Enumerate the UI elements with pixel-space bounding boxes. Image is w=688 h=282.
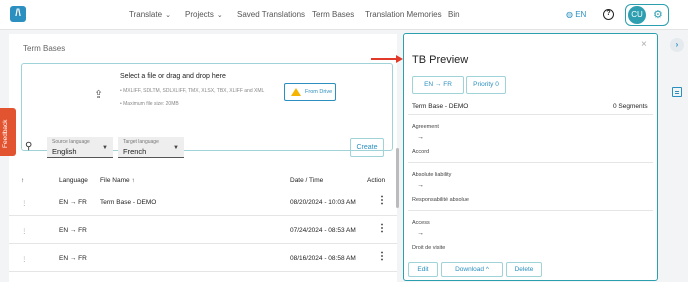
tb-preview-panel: × TB Preview EN → FR Priority 0 Term Bas…	[403, 33, 658, 281]
dropzone-formats: • MXLIFF, SDLTM, SDLXLIFF, TMX, XLSX, TB…	[120, 88, 265, 94]
term-target: Droit de visite	[412, 245, 446, 251]
scrollbar[interactable]	[396, 148, 399, 208]
preview-title: TB Preview	[412, 54, 469, 66]
dropzone-title: Select a file or drag and drop here	[120, 73, 226, 80]
dropzone-max-size: • Maximum file size: 20MB	[120, 101, 179, 107]
row-language: EN → FR	[59, 255, 87, 262]
source-language-value: English	[52, 147, 77, 156]
search-icon[interactable]: ⚲	[25, 141, 32, 152]
target-language-value: French	[123, 147, 147, 156]
google-drive-icon	[291, 88, 301, 96]
column-file-name[interactable]: File Name ↑	[100, 177, 135, 184]
term-source: Absolute liability	[412, 172, 452, 178]
edit-button[interactable]: Edit	[408, 262, 438, 277]
kebab-icon[interactable]: ⋮	[377, 196, 387, 206]
sort-icon[interactable]: ↑	[131, 177, 134, 184]
edit-note-icon[interactable]	[672, 87, 682, 97]
caret-down-icon: ▼	[102, 145, 108, 151]
target-language-label: Target language	[123, 139, 159, 145]
row-date: 08/16/2024 - 08:58 AM	[290, 255, 356, 262]
row-language: EN → FR	[59, 227, 87, 234]
user-menu[interactable]: CU ⚙	[625, 4, 669, 26]
kebab-icon[interactable]: ⋮	[377, 252, 387, 262]
chevron-right-icon[interactable]: ›	[670, 38, 684, 52]
row-handle: ⋮	[21, 256, 28, 263]
gear-icon[interactable]: ⚙	[653, 8, 663, 22]
target-language-select[interactable]: Target language French ▼	[118, 137, 184, 158]
divider	[408, 210, 653, 211]
term-bases-panel: Term Bases ⇪ Select a file or drag and d…	[9, 34, 397, 282]
chevron-down-icon: ⌄	[165, 12, 171, 19]
from-drive-button[interactable]: From Drive	[284, 83, 336, 101]
segment-count: 0 Segments	[613, 103, 648, 110]
table-row[interactable]: ⋮ EN → FR Term Base - DEMO 08/20/2024 - …	[9, 189, 397, 216]
chevron-up-icon: ^	[485, 266, 489, 273]
row-date: 07/24/2024 - 08:53 AM	[290, 227, 356, 234]
nav-term-bases[interactable]: Term Bases	[312, 0, 354, 30]
row-handle: ⋮	[21, 228, 28, 235]
nav-projects[interactable]: Projects ⌄	[185, 0, 223, 30]
source-language-label: Source language	[52, 139, 90, 145]
top-bar: /\ Translate ⌄ Projects ⌄ Saved Translatio…	[0, 0, 688, 30]
term-source: Access	[412, 220, 430, 226]
column-date-time: Date / Time	[290, 177, 324, 184]
term-target: Accord	[412, 149, 430, 155]
term-arrow: →	[417, 134, 424, 141]
sort-icon[interactable]: ↑	[21, 177, 24, 184]
term-target: Responsabilité absolue	[412, 197, 469, 203]
nav-translate[interactable]: Translate ⌄	[129, 0, 171, 30]
download-button[interactable]: Download ^	[441, 262, 503, 277]
nav-translation-memories[interactable]: Translation Memories	[365, 0, 442, 30]
table-row[interactable]: ⋮ EN → FR 08/16/2024 - 08:58 AM ⋮	[9, 245, 397, 272]
column-language: Language	[59, 177, 88, 184]
language-pair-chip[interactable]: EN → FR	[412, 76, 464, 94]
dropzone-info: • MXLIFF, SDLTM, SDLXLIFF, TMX, XLSX, TB…	[120, 88, 264, 114]
feedback-label: Feedback	[2, 119, 9, 148]
term-arrow: →	[417, 230, 424, 237]
chevron-down-icon: ⌄	[216, 12, 223, 19]
table-row[interactable]: ⋮ EN → FR 07/24/2024 - 08:53 AM ⋮	[9, 217, 397, 244]
row-date: 08/20/2024 - 10:03 AM	[290, 199, 356, 206]
row-file-name: Term Base - DEMO	[100, 199, 157, 206]
delete-button[interactable]: Delete	[506, 262, 542, 277]
help-icon[interactable]: ?	[603, 9, 614, 20]
tb-name: Term Base - DEMO	[412, 103, 469, 110]
term-source: Agreement	[412, 124, 439, 130]
table-header: ↑ Language File Name ↑ Date / Time Actio…	[9, 174, 397, 188]
annotation-arrow	[371, 58, 399, 60]
close-icon[interactable]: ×	[641, 39, 647, 50]
feedback-tab[interactable]: Feedback	[0, 108, 16, 156]
term-arrow: →	[417, 182, 424, 189]
source-language-select[interactable]: Source language English ▼	[47, 137, 113, 158]
upload-icon: ⇪	[94, 89, 104, 101]
priority-chip[interactable]: Priority 0	[466, 76, 506, 94]
preview-footer: Edit Download ^ Delete	[404, 261, 656, 280]
avatar[interactable]: CU	[628, 6, 646, 24]
caret-down-icon: ▼	[173, 145, 179, 151]
language-switcher[interactable]: ◍ EN	[566, 0, 586, 30]
page-title: Term Bases	[23, 44, 66, 53]
nav-bin[interactable]: Bin	[448, 0, 460, 30]
divider	[408, 162, 653, 163]
logo-icon[interactable]: /\	[10, 6, 26, 22]
divider	[408, 114, 653, 115]
row-language: EN → FR	[59, 199, 87, 206]
globe-icon: ◍	[566, 10, 573, 19]
row-handle: ⋮	[21, 200, 28, 207]
nav-saved-translations[interactable]: Saved Translations	[237, 0, 305, 30]
kebab-icon[interactable]: ⋮	[377, 224, 387, 234]
column-action: Action	[367, 177, 386, 184]
create-button[interactable]: Create	[350, 138, 384, 157]
annotation-arrow-head	[396, 55, 403, 63]
